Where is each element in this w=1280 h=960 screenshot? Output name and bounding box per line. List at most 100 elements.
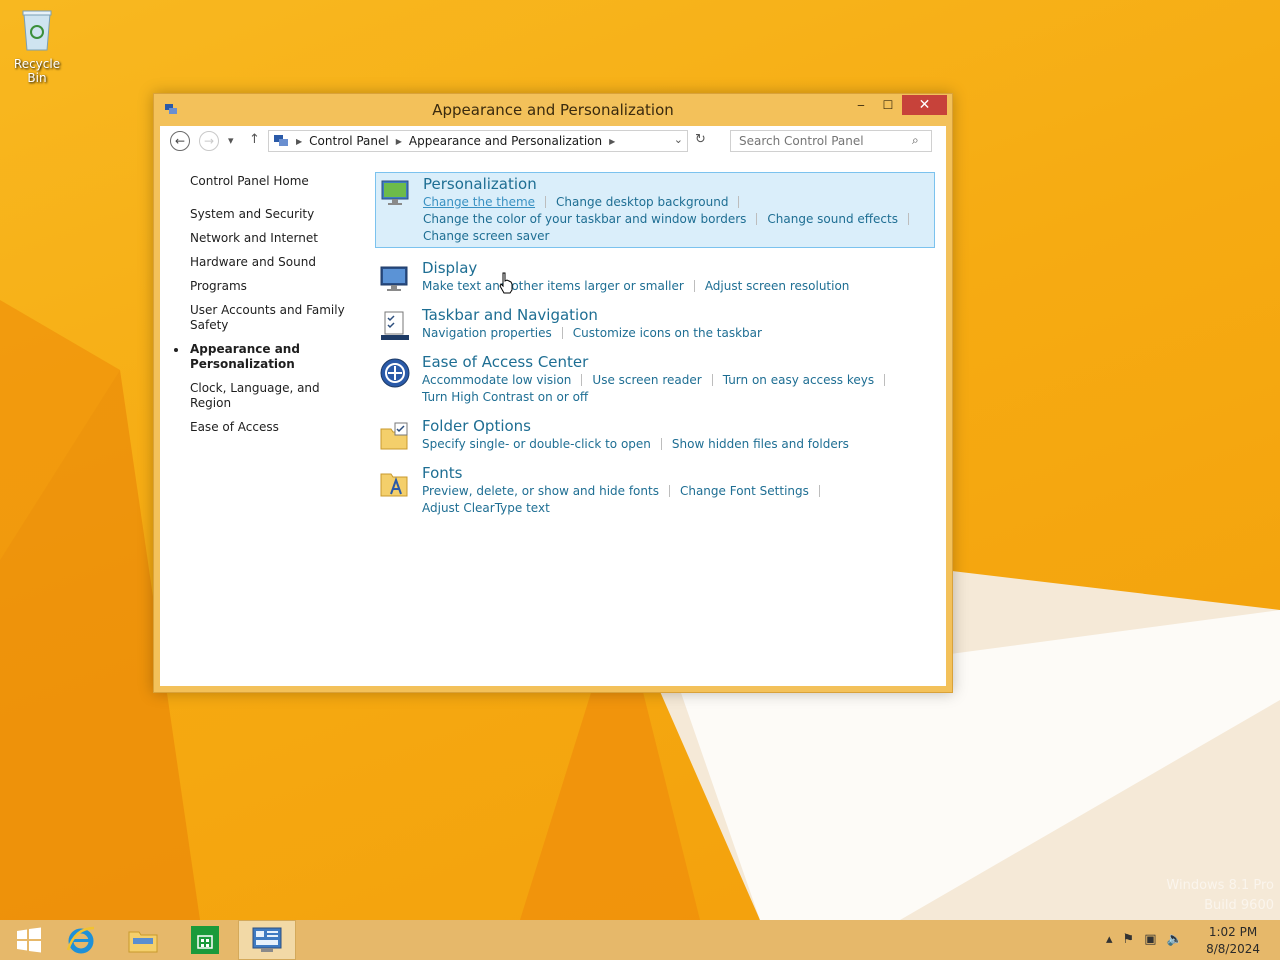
navigation-properties-link[interactable]: Navigation properties — [422, 326, 552, 340]
minimize-button[interactable]: ‒ — [848, 95, 874, 115]
link-separator — [884, 374, 886, 386]
refresh-button[interactable]: ↻ — [695, 132, 706, 147]
taskbar-navigation-icon — [381, 311, 409, 340]
adjust-cleartype-link[interactable]: Adjust ClearType text — [422, 501, 550, 515]
sidebar-item-appearance[interactable]: Appearance and Personalization — [174, 342, 360, 372]
taskbar-file-explorer[interactable] — [114, 920, 172, 960]
text-size-link[interactable]: Make text and other items larger or smal… — [422, 279, 684, 293]
customize-taskbar-icons-link[interactable]: Customize icons on the taskbar — [573, 326, 762, 340]
category-personalization: Personalization Change the theme Change d… — [375, 172, 935, 248]
sidebar-item-programs[interactable]: Programs — [190, 279, 360, 294]
taskbar-navigation-title[interactable]: Taskbar and Navigation — [422, 306, 935, 325]
back-button[interactable]: ← — [170, 131, 190, 151]
screen-reader-link[interactable]: Use screen reader — [592, 373, 701, 387]
single-double-click-link[interactable]: Specify single- or double-click to open — [422, 437, 651, 451]
link-separator — [545, 196, 547, 208]
recent-locations-button[interactable]: ▾ — [228, 134, 234, 147]
folder-options-title[interactable]: Folder Options — [422, 417, 935, 436]
recycle-bin-label: Recycle Bin — [13, 57, 61, 85]
sidebar-item-ease-of-access[interactable]: Ease of Access — [190, 420, 360, 435]
personalization-icon — [381, 180, 409, 205]
watermark-edition: Windows 8.1 Pro — [1166, 878, 1274, 893]
fonts-title[interactable]: Fonts — [422, 464, 935, 483]
link-separator — [818, 485, 820, 497]
clock-time: 1:02 PM — [1208, 925, 1258, 939]
clock[interactable]: 1:02 PM 8/8/2024 — [1206, 924, 1260, 958]
recycle-bin-icon — [22, 10, 52, 51]
system-tray: ▴ ⚑ ▣ 🔈 — [1106, 932, 1183, 947]
show-hidden-icons-icon[interactable]: ▴ — [1106, 932, 1113, 947]
link-separator — [561, 327, 563, 339]
link-separator — [693, 280, 695, 292]
address-bar[interactable]: ▶ Control Panel ▶ Appearance and Persona… — [268, 130, 688, 152]
address-dropdown-icon[interactable]: ⌄ — [674, 133, 683, 146]
ease-of-access-icon — [380, 358, 410, 388]
clock-date: 8/8/2024 — [1206, 942, 1260, 956]
recycle-bin[interactable]: Recycle Bin — [4, 6, 70, 85]
sidebar-item-home[interactable]: Control Panel Home — [190, 174, 360, 189]
link-separator — [660, 438, 662, 450]
sidebar-item-network[interactable]: Network and Internet — [190, 231, 360, 246]
change-taskbar-color-link[interactable]: Change the color of your taskbar and win… — [423, 212, 746, 226]
link-separator — [756, 213, 758, 225]
up-button[interactable]: ↑ — [249, 132, 260, 147]
store-icon — [191, 926, 219, 954]
action-center-flag-icon[interactable]: ⚑ — [1123, 932, 1135, 947]
ease-of-access-title[interactable]: Ease of Access Center — [422, 353, 935, 372]
category-display: Display Make text and other items larger… — [375, 259, 935, 295]
category-ease-of-access: Ease of Access Center Accommodate low vi… — [375, 353, 935, 406]
change-font-settings-link[interactable]: Change Font Settings — [680, 484, 809, 498]
fonts-icon — [380, 473, 408, 497]
chevron-right-icon: ▶ — [609, 136, 616, 146]
link-separator — [907, 213, 909, 225]
link-separator — [711, 374, 713, 386]
category-folder-options: Folder Options Specify single- or double… — [375, 417, 935, 453]
windows-logo-icon — [17, 927, 41, 953]
sidebar-item-hardware[interactable]: Hardware and Sound — [190, 255, 360, 270]
sidebar-item-clock-language[interactable]: Clock, Language, and Region — [190, 381, 360, 411]
sidebar-item-system-security[interactable]: System and Security — [190, 207, 360, 222]
link-separator — [581, 374, 583, 386]
category-taskbar: Taskbar and Navigation Navigation proper… — [375, 306, 935, 342]
preview-fonts-link[interactable]: Preview, delete, or show and hide fonts — [422, 484, 659, 498]
change-screen-saver-link[interactable]: Change screen saver — [423, 229, 550, 243]
hand-cursor-icon — [499, 272, 513, 294]
link-separator — [668, 485, 670, 497]
personalization-title[interactable]: Personalization — [423, 175, 934, 194]
category-list: Personalization Change the theme Change d… — [375, 172, 935, 528]
breadcrumb-control-panel[interactable]: Control Panel — [309, 134, 389, 148]
breadcrumb-appearance[interactable]: Appearance and Personalization — [409, 134, 602, 148]
search-icon[interactable]: ⌕ — [912, 133, 919, 148]
title-bar[interactable]: Appearance and Personalization ‒ ☐ ✕ — [154, 94, 952, 124]
change-theme-link[interactable]: Change the theme — [423, 195, 535, 209]
display-icon — [380, 266, 408, 291]
folder-icon — [128, 931, 158, 953]
maximize-button[interactable]: ☐ — [875, 95, 901, 115]
show-hidden-files-link[interactable]: Show hidden files and folders — [672, 437, 849, 451]
sidebar-item-user-accounts[interactable]: User Accounts and Family Safety — [190, 303, 360, 333]
close-button[interactable]: ✕ — [902, 95, 947, 115]
high-contrast-link[interactable]: Turn High Contrast on or off — [422, 390, 588, 404]
taskbar-internet-explorer[interactable] — [52, 920, 110, 960]
link-separator — [738, 196, 740, 208]
change-sound-effects-link[interactable]: Change sound effects — [767, 212, 898, 226]
screen-resolution-link[interactable]: Adjust screen resolution — [705, 279, 850, 293]
taskbar-control-panel[interactable] — [238, 920, 296, 960]
folder-options-icon — [380, 422, 408, 450]
volume-icon[interactable]: 🔈 — [1166, 932, 1182, 947]
easy-access-keys-link[interactable]: Turn on easy access keys — [723, 373, 874, 387]
taskbar-store[interactable] — [176, 920, 234, 960]
change-desktop-background-link[interactable]: Change desktop background — [556, 195, 728, 209]
chevron-right-icon: ▶ — [395, 136, 402, 146]
forward-button[interactable]: → — [199, 131, 219, 151]
navigation-toolbar: ← → ▾ ↑ ▶ Control Panel ▶ Appearance and… — [160, 126, 946, 156]
os-watermark: Windows 8.1 Pro Build 9600 — [1166, 876, 1274, 916]
taskbar: ▴ ⚑ ▣ 🔈 1:02 PM 8/8/2024 — [0, 920, 1280, 960]
sidebar: Control Panel Home System and Security N… — [174, 174, 360, 444]
control-panel-window: Appearance and Personalization ‒ ☐ ✕ ← →… — [153, 93, 953, 693]
low-vision-link[interactable]: Accommodate low vision — [422, 373, 571, 387]
search-input[interactable] — [730, 130, 932, 152]
window-title: Appearance and Personalization — [432, 101, 674, 119]
start-button[interactable] — [0, 920, 58, 960]
network-icon[interactable]: ▣ — [1144, 932, 1156, 947]
